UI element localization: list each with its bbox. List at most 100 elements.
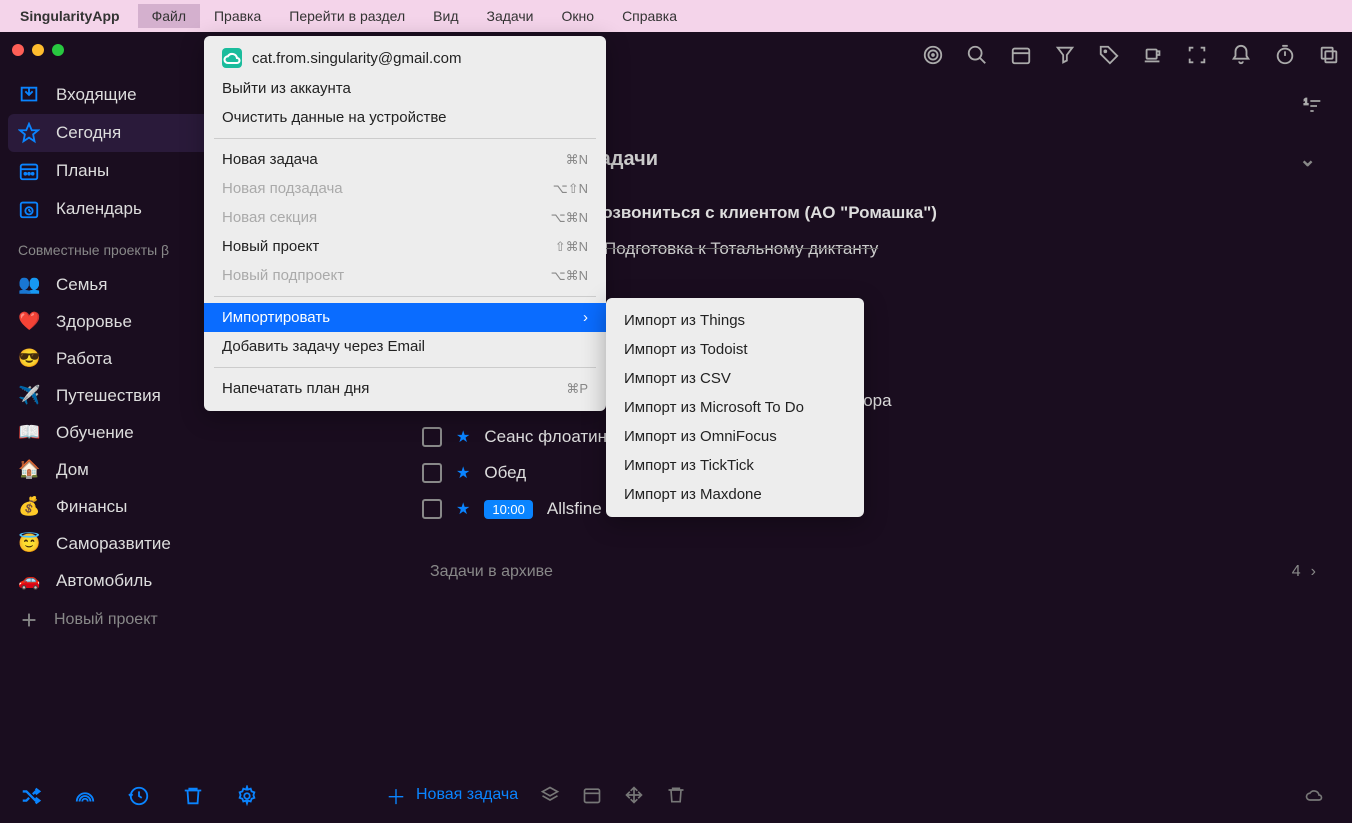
new-task-button[interactable]: ＋ Новая задача	[386, 781, 518, 810]
task-label: Подготовка к Тотальному диктанту	[604, 239, 878, 259]
menu-logout[interactable]: Выйти из аккаунта	[204, 74, 606, 103]
menu-new-subtask: Новая подзадача⌥⇧N	[204, 174, 606, 203]
menu-add-via-email[interactable]: Добавить задачу через Email	[204, 332, 606, 361]
time-badge: 10:00	[484, 500, 533, 519]
settings-icon[interactable]	[236, 785, 258, 807]
import-ticktick[interactable]: Импорт из TickTick	[606, 451, 864, 480]
book-emoji-icon: 📖	[18, 422, 40, 443]
house-emoji-icon: 🏠	[18, 459, 40, 480]
rainbow-icon[interactable]	[74, 785, 96, 807]
plans-icon	[18, 160, 40, 182]
task-star-icon[interactable]: ★	[456, 499, 470, 519]
trash-icon[interactable]	[182, 785, 204, 807]
shuffle-icon[interactable]	[20, 785, 42, 807]
import-mstodo[interactable]: Импорт из Microsoft To Do	[606, 393, 864, 422]
copy-icon[interactable]	[1318, 44, 1340, 66]
account-row[interactable]: cat.from.singularity@gmail.com	[204, 44, 606, 74]
inbox-icon	[18, 84, 40, 106]
menu-divider	[214, 138, 596, 139]
timer-icon[interactable]	[1274, 44, 1296, 66]
task-star-icon[interactable]: ★	[456, 463, 470, 483]
sidebar-project-learning[interactable]: 📖Обучение	[0, 414, 358, 451]
task-checkbox[interactable]	[422, 499, 442, 519]
menu-new-project[interactable]: Новый проект⇧⌘N	[204, 232, 606, 261]
file-menu-dropdown: cat.from.singularity@gmail.com Выйти из …	[204, 36, 606, 411]
calendar-icon	[18, 198, 40, 220]
import-submenu: Импорт из Things Импорт из Todoist Импор…	[606, 298, 864, 517]
menu-print-plan[interactable]: Напечатать план дня⌘P	[204, 374, 606, 403]
import-todoist[interactable]: Импорт из Todoist	[606, 335, 864, 364]
calendar-small-icon[interactable]	[582, 785, 602, 805]
import-maxdone[interactable]: Импорт из Maxdone	[606, 480, 864, 509]
sidebar-project-selfdev[interactable]: 😇Саморазвитие	[0, 525, 358, 562]
plus-icon: ＋	[386, 781, 406, 810]
move-icon[interactable]	[624, 785, 644, 805]
import-omnifocus[interactable]: Импорт из OmniFocus	[606, 422, 864, 451]
menubar-item-goto[interactable]: Перейти в раздел	[275, 4, 419, 28]
menu-clear-data[interactable]: Очистить данные на устройстве	[204, 103, 606, 132]
archive-row[interactable]: Задачи в архиве 4 ›	[430, 563, 1316, 581]
sidebar-item-label: Сегодня	[56, 123, 121, 143]
menubar-item-window[interactable]: Окно	[548, 4, 609, 28]
search-icon[interactable]	[966, 44, 988, 66]
sidebar-item-label: Дом	[56, 460, 89, 480]
menubar-item-help[interactable]: Справка	[608, 4, 691, 28]
maximize-window-button[interactable]	[52, 44, 64, 56]
focus-icon[interactable]	[1186, 44, 1208, 66]
money-emoji-icon: 💰	[18, 496, 40, 517]
menubar-item-view[interactable]: Вид	[419, 4, 472, 28]
target-icon[interactable]	[922, 44, 944, 66]
chevron-down-icon: ⌄	[1299, 147, 1316, 172]
close-window-button[interactable]	[12, 44, 24, 56]
trash-small-icon[interactable]	[666, 785, 686, 805]
new-project-label: Новый проект	[54, 611, 158, 629]
menu-new-subproject: Новый подпроект⌥⌘N	[204, 261, 606, 290]
cloud-badge-icon	[222, 48, 242, 68]
tag-icon[interactable]	[1098, 44, 1120, 66]
angel-emoji-icon: 😇	[18, 533, 40, 554]
cup-icon[interactable]	[1142, 44, 1164, 66]
menu-import[interactable]: Импортировать›	[204, 303, 606, 332]
sidebar-project-finance[interactable]: 💰Финансы	[0, 488, 358, 525]
task-label: Сеанс флоатинга	[484, 427, 622, 447]
sidebar-item-label: Путешествия	[56, 386, 161, 406]
top-toolbar	[922, 44, 1340, 66]
chevron-right-icon: ›	[1311, 563, 1316, 581]
new-project-button[interactable]: Новый проект	[0, 599, 358, 641]
bottom-bar: ＋ Новая задача	[358, 767, 1352, 823]
family-emoji-icon: 👥	[18, 274, 40, 295]
import-csv[interactable]: Импорт из CSV	[606, 364, 864, 393]
history-icon[interactable]	[128, 785, 150, 807]
menubar-app-name[interactable]: SingularityApp	[20, 8, 120, 24]
filter-icon[interactable]	[1054, 44, 1076, 66]
task-row[interactable]: ★ Сеанс флоатинга	[422, 419, 1316, 455]
layers-icon[interactable]	[540, 785, 560, 805]
import-things[interactable]: Импорт из Things	[606, 306, 864, 335]
task-row[interactable]: ★ 10:00 Allsfine workout 30 мин — МФР ни…	[422, 491, 1316, 527]
sidebar-project-home[interactable]: 🏠 Дом	[0, 451, 358, 488]
cloud-sync-icon[interactable]	[1304, 785, 1324, 805]
archive-count: 4	[1292, 563, 1301, 581]
minimize-window-button[interactable]	[32, 44, 44, 56]
menubar-item-edit[interactable]: Правка	[200, 4, 275, 28]
section-header[interactable]: задачи ⌄	[590, 148, 1316, 171]
task-checkbox[interactable]	[422, 463, 442, 483]
sidebar-item-label: Планы	[56, 161, 109, 181]
menubar-item-tasks[interactable]: Задачи	[473, 4, 548, 28]
task-row[interactable]: Подготовка к Тотальному диктанту	[604, 231, 1316, 267]
bell-icon[interactable]	[1230, 44, 1252, 66]
task-checkbox[interactable]	[422, 427, 442, 447]
svg-text:1: 1	[1304, 96, 1309, 106]
menu-new-section: Новая секция⌥⌘N	[204, 203, 606, 232]
task-row[interactable]: Созвониться с клиентом (АО "Ромашка")	[590, 195, 1316, 231]
task-star-icon[interactable]: ★	[456, 427, 470, 447]
sidebar-bottom-toolbar	[0, 769, 358, 823]
task-label: Обед	[484, 463, 526, 483]
calendar-toolbar-icon[interactable]	[1010, 44, 1032, 66]
sidebar-project-car[interactable]: 🚗Автомобиль	[0, 562, 358, 599]
task-row[interactable]: ★ Обед	[422, 455, 1316, 491]
sidebar-item-label: Здоровье	[56, 312, 132, 332]
menubar-item-file[interactable]: Файл	[138, 4, 200, 28]
sort-icon[interactable]: 1	[1302, 96, 1322, 121]
menu-new-task[interactable]: Новая задача⌘N	[204, 145, 606, 174]
